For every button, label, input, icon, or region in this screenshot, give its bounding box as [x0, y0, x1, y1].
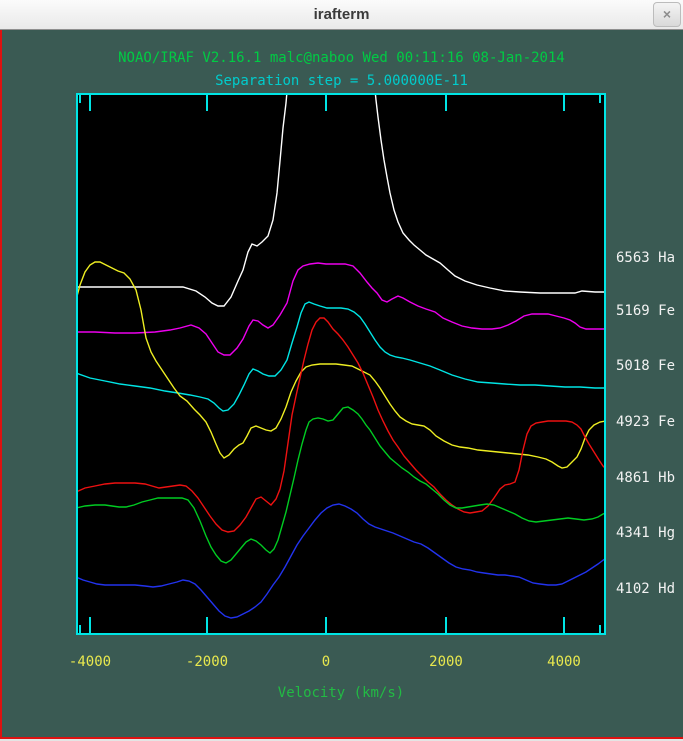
- curve-fe-5018: [78, 301, 604, 412]
- x-tick-label--4000: -4000: [68, 654, 112, 670]
- x-tick-label-4000: 4000: [547, 654, 581, 670]
- line-label-5169-fe: 5169 Fe: [616, 303, 676, 319]
- line-label-4861-hb: 4861 Hb: [616, 470, 676, 486]
- plot-area: [76, 93, 606, 635]
- curve-hd-4102: [78, 503, 604, 619]
- line-label-6563-ha: 6563 Ha: [616, 250, 676, 266]
- curve-hb-4861: [78, 317, 604, 533]
- close-button[interactable]: ×: [653, 2, 681, 27]
- iraf-banner-text: NOAO/IRAF V2.16.1 malc@naboo Wed 00:11:1…: [118, 50, 565, 66]
- line-label-4341-hg: 4341 Hg: [616, 525, 676, 541]
- spectra-chart: [78, 95, 604, 633]
- titlebar[interactable]: irafterm ×: [0, 0, 683, 30]
- window-title: irafterm: [313, 6, 370, 23]
- curve-ha-6563: [78, 95, 604, 307]
- line-label-5018-fe: 5018 Fe: [616, 358, 676, 374]
- separation-step-text: Separation step = 5.000000E-11: [215, 73, 468, 89]
- close-icon: ×: [662, 6, 672, 22]
- curve-hg-4341: [78, 406, 604, 564]
- x-axis-title: Velocity (km/s): [277, 685, 405, 701]
- line-label-4102-hd: 4102 Hd: [616, 581, 676, 597]
- x-tick-label--2000: -2000: [185, 654, 229, 670]
- curve-fe-5169: [78, 262, 604, 356]
- line-label-4923-fe: 4923 Fe: [616, 414, 676, 430]
- x-tick-label-0: 0: [321, 654, 331, 670]
- x-tick-label-2000: 2000: [429, 654, 463, 670]
- irafterm-window: irafterm × NOAO/IRAF V2.16.1 malc@naboo …: [0, 0, 683, 741]
